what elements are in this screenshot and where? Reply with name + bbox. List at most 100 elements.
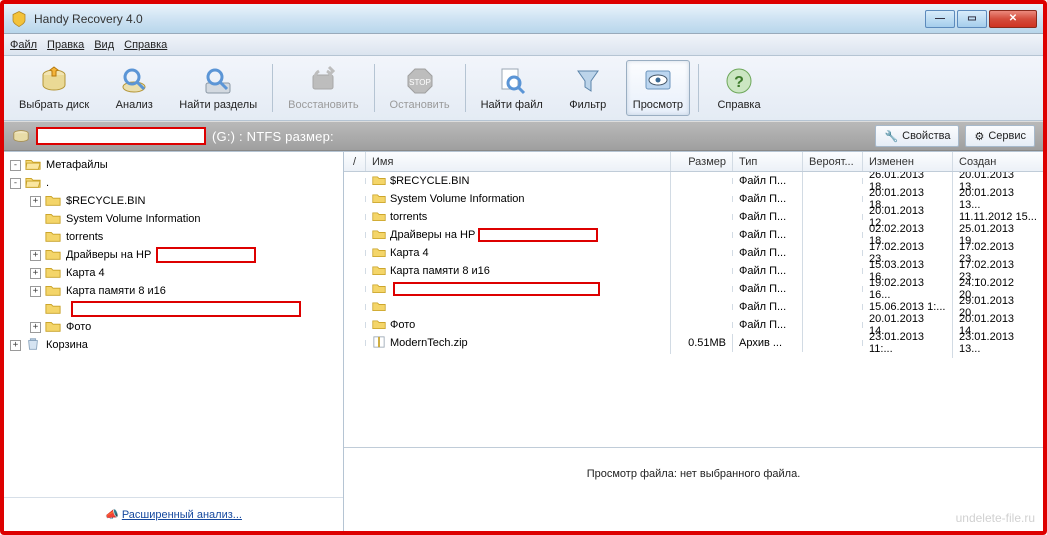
svg-text:STOP: STOP [409, 78, 431, 87]
tree-node[interactable]: -Метафайлы [10, 156, 337, 174]
find-partitions-button[interactable]: Найти разделы [172, 60, 264, 116]
file-size [671, 196, 733, 202]
file-name: torrents [390, 211, 427, 223]
tree-label: Драйверы на HP [66, 249, 151, 261]
properties-label: Свойства [902, 130, 950, 142]
file-name: Карта памяти 8 и16 [390, 265, 490, 277]
col-name[interactable]: Имя [366, 152, 671, 171]
tree-label: Карта 4 [66, 267, 105, 279]
help-icon: ? [723, 65, 755, 97]
close-button[interactable]: ✕ [989, 10, 1037, 28]
col-size[interactable]: Размер [671, 152, 733, 171]
tree-toggle-icon[interactable]: + [30, 268, 41, 279]
folder-icon [45, 265, 64, 282]
advanced-analysis-link[interactable]: Расширенный анализ... [122, 509, 242, 521]
col-type[interactable]: Тип [733, 152, 803, 171]
properties-button[interactable]: 🔧 Свойства [875, 125, 959, 147]
tree-toggle-icon[interactable]: + [30, 322, 41, 333]
toolbtn-label: Анализ [116, 99, 153, 111]
tree-node[interactable]: + $RECYCLE.BIN [10, 192, 337, 210]
menu-справка[interactable]: Справка [124, 39, 167, 51]
preview-button[interactable]: Просмотр [626, 60, 690, 116]
list-item[interactable]: Файл П...19.02.2013 16...24.10.2012 20..… [344, 280, 1043, 298]
file-size [671, 268, 733, 274]
service-label: Сервис [988, 130, 1026, 142]
recover-icon [307, 65, 339, 97]
menu-правка[interactable]: Правка [47, 39, 84, 51]
col-modified[interactable]: Изменен [863, 152, 953, 171]
main-work-area: -Метафайлы-.+$RECYCLE.BINSystem Volume I… [4, 151, 1043, 531]
folder-icon [45, 283, 64, 300]
file-type: Файл П... [733, 262, 803, 280]
stop-icon: STOP [404, 65, 436, 97]
tree-node[interactable]: +Фото [10, 318, 337, 336]
recover-button: Восстановить [281, 60, 365, 116]
redacted-box [71, 301, 301, 317]
analyze-button[interactable]: Анализ [102, 60, 166, 116]
file-name: $RECYCLE.BIN [390, 175, 469, 187]
col-probability[interactable]: Вероят... [803, 152, 863, 171]
tree-toggle-icon[interactable]: + [30, 196, 41, 207]
file-prob [803, 232, 863, 238]
file-type: Файл П... [733, 172, 803, 190]
folder-icon [372, 318, 390, 333]
find-part-icon [202, 65, 234, 97]
file-name: ModernTech.zip [390, 337, 468, 349]
disk-icon [38, 65, 70, 97]
folder-tree[interactable]: -Метафайлы-.+$RECYCLE.BINSystem Volume I… [4, 152, 343, 497]
minimize-button[interactable]: — [925, 10, 955, 28]
tree-label: . [46, 177, 49, 189]
tree-label: $RECYCLE.BIN [66, 195, 145, 207]
file-name: Фото [390, 319, 415, 331]
file-type: Файл П... [733, 298, 803, 316]
find-file-button[interactable]: Найти файл [474, 60, 550, 116]
toolbtn-label: Выбрать диск [19, 99, 89, 111]
toolbtn-label: Фильтр [569, 99, 606, 111]
tree-toggle-icon[interactable]: + [30, 250, 41, 261]
tree-toggle-icon[interactable]: + [10, 340, 21, 351]
preview-icon [642, 65, 674, 97]
file-prob [803, 250, 863, 256]
list-item[interactable]: ModernTech.zip0.51MBАрхив ...23.01.2013 … [344, 334, 1043, 352]
filter-button[interactable]: Фильтр [556, 60, 620, 116]
file-size: 0.51MB [671, 334, 733, 352]
toolbtn-label: Справка [717, 99, 760, 111]
service-button[interactable]: ⚙ Сервис [965, 125, 1035, 147]
svg-text:?: ? [734, 74, 744, 91]
stop-button: STOPОстановить [383, 60, 457, 116]
tree-node[interactable]: -. [10, 174, 337, 192]
file-type: Архив ... [733, 334, 803, 352]
file-list[interactable]: $RECYCLE.BINФайл П...26.01.2013 18...20.… [344, 172, 1043, 447]
redacted-box [156, 247, 256, 263]
tree-node[interactable] [10, 300, 337, 318]
file-size [671, 250, 733, 256]
tree-label: System Volume Information [66, 213, 201, 225]
maximize-button[interactable]: ▭ [957, 10, 987, 28]
tree-node[interactable]: + Карта 4 [10, 264, 337, 282]
menu-вид[interactable]: Вид [94, 39, 114, 51]
toolbtn-label: Восстановить [288, 99, 358, 111]
select-disk-button[interactable]: Выбрать диск [12, 60, 96, 116]
file-prob [803, 196, 863, 202]
tree-node[interactable]: +Карта памяти 8 и16 [10, 282, 337, 300]
col-checkbox[interactable]: / [344, 152, 366, 171]
toolbar: Выбрать диск Анализ Найти разделы Восстанов… [4, 56, 1043, 121]
tree-toggle-icon[interactable]: - [10, 160, 21, 171]
tree-node[interactable]: System Volume Information [10, 210, 337, 228]
advanced-analysis-bar: 📣 Расширенный анализ... [4, 497, 343, 531]
file-size [671, 286, 733, 292]
help-button[interactable]: ? Справка [707, 60, 771, 116]
file-prob [803, 322, 863, 328]
tree-node[interactable]: + Драйверы на HP [10, 246, 337, 264]
tree-node[interactable]: +Корзина [10, 336, 337, 354]
drive-icon [12, 129, 30, 143]
tree-node[interactable]: torrents [10, 228, 337, 246]
tree-toggle-icon[interactable]: - [10, 178, 21, 189]
col-created[interactable]: Создан [953, 152, 1043, 171]
folder-icon [372, 192, 390, 207]
folder-icon [372, 282, 390, 297]
file-size [671, 232, 733, 238]
menu-файл[interactable]: Файл [10, 39, 37, 51]
tree-toggle-icon[interactable]: + [30, 286, 41, 297]
file-type: Файл П... [733, 280, 803, 298]
